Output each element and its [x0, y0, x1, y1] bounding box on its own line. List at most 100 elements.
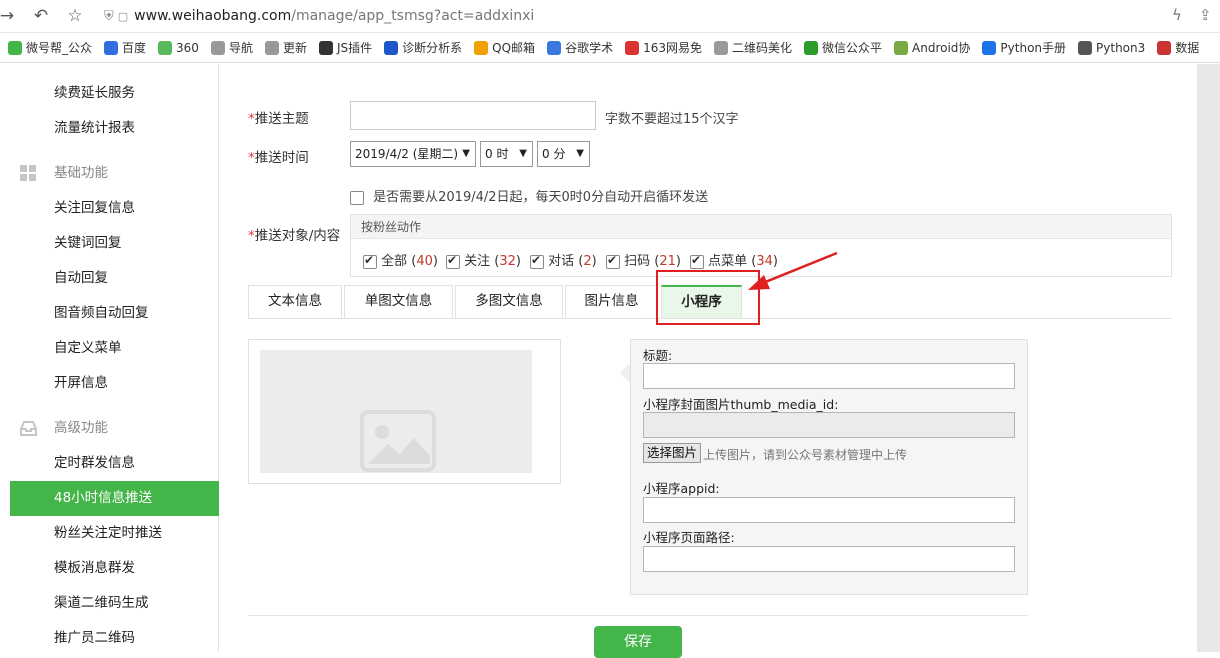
- audience-checkbox[interactable]: [363, 253, 377, 269]
- hour-select[interactable]: 0 时 ▼: [480, 141, 533, 167]
- sidebar-item-traffic-report[interactable]: 流量统计报表: [10, 111, 219, 146]
- page-icon: [264, 40, 279, 55]
- sidebar-item-media-auto-reply[interactable]: 图音频自动回复: [10, 296, 219, 331]
- bookmark-label: 二维码美化: [731, 41, 792, 55]
- mp-path-input[interactable]: [643, 546, 1015, 572]
- sidebar-item-48h-push[interactable]: 48小时信息推送: [10, 481, 219, 516]
- sidebar-item-renew[interactable]: 续费延长服务: [10, 76, 219, 111]
- sidebar-item-scheduled-broadcast[interactable]: 定时群发信息: [10, 446, 219, 481]
- sidebar-item-channel-qrcode[interactable]: 渠道二维码生成: [10, 586, 219, 621]
- bookmark-item[interactable]: 百度: [104, 39, 146, 56]
- bookmark-item[interactable]: 谷歌学术: [547, 39, 613, 56]
- url-field[interactable]: ⛨ ▢ www.weihaobang.com/manage/app_tsmsg?…: [104, 8, 534, 24]
- minute-select[interactable]: 0 分 ▼: [537, 141, 590, 167]
- sidebar-group-label: 高级功能: [54, 420, 108, 436]
- loop-checkbox[interactable]: [350, 190, 364, 205]
- bookmark-item[interactable]: 微号帮_公众: [8, 39, 92, 56]
- audience-checkbox[interactable]: [530, 253, 544, 269]
- mp-appid-input[interactable]: [643, 497, 1015, 523]
- time-label: *推送时间: [248, 150, 309, 166]
- audience-option-chat[interactable]: 对话 (2): [530, 250, 597, 269]
- bookmark-label: 谷歌学术: [565, 41, 614, 55]
- bookmark-label: 更新: [282, 41, 307, 55]
- mp-path-label: 小程序页面路径:: [643, 530, 735, 545]
- forward-icon[interactable]: →: [0, 6, 18, 26]
- bookmark-label: 360: [176, 40, 199, 55]
- sidebar-group-basic: 基础功能: [10, 156, 219, 191]
- bookmark-item[interactable]: 163网易免: [625, 39, 702, 56]
- tab-multi-article[interactable]: 多图文信息: [455, 285, 563, 318]
- sidebar-item-follow-reply[interactable]: 关注回复信息: [10, 191, 219, 226]
- mp-thumb-input: [643, 412, 1015, 438]
- bookmark-item[interactable]: 数据: [1157, 39, 1199, 56]
- share-icon[interactable]: ⇪: [1199, 6, 1212, 24]
- sidebar-item-keyword-reply[interactable]: 关键词回复: [10, 226, 219, 261]
- tab-text[interactable]: 文本信息: [248, 285, 342, 318]
- star-icon[interactable]: ☆: [64, 6, 86, 26]
- loop-option: 是否需要从2019/4/2日起，每天0时0分自动开启循环发送: [350, 186, 708, 205]
- bookmark-label: 诊断分析系: [402, 41, 463, 55]
- sidebar-item-promoter-qrcode[interactable]: 推广员二维码: [10, 621, 219, 656]
- bookmark-item[interactable]: 导航: [210, 39, 253, 56]
- bookmark-item[interactable]: Python3: [1078, 40, 1145, 55]
- bookmark-item[interactable]: 诊断分析系: [384, 39, 462, 56]
- main-content: *推送主题 字数不要超过15个汉字 *推送时间 2019/4/2 (星期二) ▼ …: [220, 64, 1197, 658]
- js-icon: [318, 40, 333, 55]
- android-icon: [894, 40, 909, 55]
- bookmark-item[interactable]: 微信公众平: [804, 39, 882, 56]
- undo-icon[interactable]: ↶: [30, 6, 52, 26]
- bookmark-item[interactable]: Android协: [894, 39, 970, 56]
- sidebar-item-auto-reply[interactable]: 自动回复: [10, 261, 219, 296]
- bookmark-item[interactable]: JS插件: [318, 39, 373, 56]
- bookmark-item[interactable]: 360: [158, 40, 199, 55]
- bookmark-item[interactable]: 二维码美化: [713, 39, 792, 56]
- bookmark-label: 163网易免: [643, 41, 702, 55]
- audience-option-follow[interactable]: 关注 (32): [446, 250, 521, 269]
- tab-image[interactable]: 图片信息: [565, 285, 658, 318]
- mp-title-input[interactable]: [643, 363, 1015, 389]
- sidebar-group-label: 基础功能: [54, 165, 108, 181]
- audience-label: *推送对象/内容: [248, 228, 341, 244]
- bookmark-item[interactable]: 更新: [264, 39, 307, 56]
- google-icon: [547, 40, 562, 55]
- sidebar-item-template-broadcast[interactable]: 模板消息群发: [10, 551, 219, 586]
- sidebar-item-splash-info[interactable]: 开屏信息: [10, 366, 219, 401]
- topic-input[interactable]: [350, 101, 596, 130]
- bookmark-label: JS插件: [336, 41, 373, 55]
- data-icon: [1157, 40, 1172, 55]
- date-select[interactable]: 2019/4/2 (星期二) ▼: [350, 141, 476, 167]
- baidu-icon: [104, 40, 119, 55]
- bookmark-item[interactable]: QQ邮箱: [474, 39, 535, 56]
- upload-hint: 上传图片，请到公众号素材管理中上传: [703, 448, 908, 462]
- topic-hint: 字数不要超过15个汉字: [605, 112, 739, 127]
- sidebar-item-custom-menu[interactable]: 自定义菜单: [10, 331, 219, 366]
- audience-header: 按粉丝动作: [351, 215, 1171, 239]
- netease-icon: [625, 40, 640, 55]
- mp-appid-label: 小程序appid:: [643, 481, 720, 496]
- audience-option-all[interactable]: 全部 (40): [363, 250, 438, 269]
- choose-image-button[interactable]: 选择图片: [643, 443, 702, 463]
- topic-label: *推送主题: [248, 111, 309, 127]
- bookmark-label: 数据: [1175, 41, 1200, 55]
- bookmark-label: 百度: [122, 41, 147, 55]
- dropdown-arrow-icon: ▼: [462, 148, 470, 159]
- 360-icon: [158, 40, 173, 55]
- save-button[interactable]: 保存: [594, 626, 682, 658]
- url-text: www.weihaobang.com/manage/app_tsmsg?act=…: [134, 8, 535, 24]
- audience-checkbox[interactable]: [446, 253, 460, 269]
- audience-checkbox[interactable]: [690, 253, 704, 269]
- diagnose-icon: [384, 40, 399, 55]
- audience-checkbox[interactable]: [606, 253, 620, 269]
- page-scroll-gutter: [1197, 64, 1220, 652]
- sidebar-item-fan-follow-push[interactable]: 粉丝关注定时推送: [10, 516, 219, 551]
- bookmark-label: 微信公众平: [822, 41, 883, 55]
- bookmark-item[interactable]: Python手册: [982, 39, 1066, 56]
- loop-option-label: 是否需要从2019/4/2日起，每天0时0分自动开启循环发送: [373, 190, 709, 205]
- mp-thumb-label: 小程序封面图片thumb_media_id:: [643, 397, 839, 412]
- tab-single-article[interactable]: 单图文信息: [344, 285, 453, 318]
- grid-icon: [20, 165, 36, 181]
- lightning-icon[interactable]: ϟ: [1172, 6, 1182, 24]
- audience-option-scan[interactable]: 扫码 (21): [606, 250, 681, 269]
- sidebar-group-advanced: 高级功能: [10, 411, 219, 446]
- bookmark-label: Android协: [912, 41, 971, 55]
